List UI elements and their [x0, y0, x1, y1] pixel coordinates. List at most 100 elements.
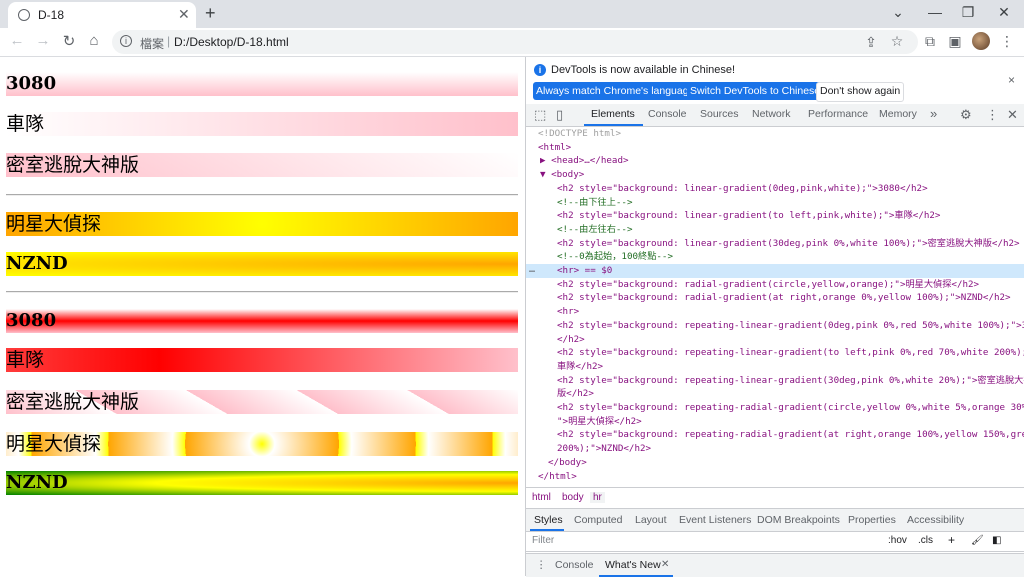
heading-3080-linear: 3080 — [6, 72, 518, 96]
hover-state-toggle[interactable]: :hov — [888, 535, 907, 546]
minimize-button[interactable]: — — [925, 4, 945, 20]
bookmark-star-icon[interactable]: ☆ — [888, 33, 906, 50]
dom-node-line[interactable]: 版</h2> — [526, 387, 1024, 401]
toggle-sidebar-icon[interactable]: ◧ — [992, 535, 1001, 546]
dom-node-line[interactable]: <hr> — [526, 305, 1024, 319]
active-tab-indicator — [584, 124, 643, 126]
new-rule-plus-icon[interactable]: + — [948, 533, 955, 547]
new-tab-button[interactable]: + — [205, 3, 216, 24]
dom-node-line[interactable]: <h2 style="background: linear-gradient(0… — [526, 182, 1024, 196]
restore-button[interactable]: ❐ — [958, 4, 978, 21]
window-close-button[interactable]: ✕ — [994, 4, 1014, 21]
dom-node-line[interactable]: <h2 style="background: repeating-linear-… — [526, 319, 1024, 333]
breadcrumb-html[interactable]: html — [532, 492, 551, 503]
dom-line-text: <html> — [538, 141, 572, 153]
share-icon[interactable]: ⇪ — [862, 34, 880, 51]
extensions-icon[interactable]: ⧉ — [921, 33, 939, 50]
dom-line-text: <!DOCTYPE html> — [538, 128, 621, 139]
forward-button[interactable]: → — [33, 32, 53, 49]
dom-node-line[interactable]: ▶ <head>…</head> — [526, 154, 1024, 168]
tab-search-icon[interactable]: ⌄ — [888, 4, 908, 21]
dom-node-line[interactable]: <html> — [526, 141, 1024, 155]
subtab-styles[interactable]: Styles — [534, 514, 563, 526]
class-toggle[interactable]: .cls — [918, 535, 933, 546]
url-text[interactable]: D:/Desktop/D-18.html — [174, 35, 289, 49]
dom-node-line[interactable]: ">明星大偵探</h2> — [526, 415, 1024, 429]
side-panel-icon[interactable]: ▣ — [946, 33, 964, 50]
dom-node-line[interactable]: <h2 style="background: repeating-radial-… — [526, 428, 1024, 442]
dom-line-text: 版</h2> — [557, 388, 594, 400]
drawer-menu-icon[interactable]: ⋮ — [536, 559, 547, 571]
dom-node-line[interactable]: 200%);">NZND</h2> — [526, 442, 1024, 456]
more-tabs-icon[interactable]: » — [930, 106, 937, 121]
tab-elements[interactable]: Elements — [591, 108, 635, 120]
devtools-close-icon[interactable]: ✕ — [1007, 107, 1018, 123]
dom-node-line[interactable]: 車隊</h2> — [526, 360, 1024, 374]
dom-node-line[interactable]: <h2 style="background: linear-gradient(t… — [526, 209, 1024, 223]
subtab-dom-breakpoints[interactable]: DOM Breakpoints — [757, 514, 840, 526]
home-button[interactable]: ⌂ — [84, 32, 104, 49]
subtab-event-listeners[interactable]: Event Listeners — [679, 514, 751, 526]
dom-comment-line[interactable]: <!--由左往右--> — [526, 223, 1024, 237]
heading-nznd-repeating-radial: NZND — [6, 471, 518, 495]
tab-performance[interactable]: Performance — [808, 108, 868, 120]
dom-line-text: <h2 style="background: linear-gradient(3… — [557, 237, 1020, 249]
always-match-language-button[interactable]: Always match Chrome's language — [533, 82, 698, 100]
breadcrumb-hr[interactable]: hr — [590, 492, 605, 503]
tab-console[interactable]: Console — [648, 108, 687, 120]
dom-line-text: <h2 style="background: linear-gradient(0… — [557, 182, 928, 194]
inspect-element-icon[interactable]: ⬚ — [534, 107, 546, 123]
device-toolbar-icon[interactable]: ▯ — [556, 107, 563, 123]
dom-comment-line[interactable]: <!--0為起始，100終點--> — [526, 250, 1024, 264]
paint-bucket-icon[interactable]: 🖌 — [971, 535, 984, 546]
dom-node-line[interactable]: <h2 style="background: repeating-linear-… — [526, 374, 1024, 388]
dom-line-text: <h2 style="background: repeating-radial-… — [557, 402, 1024, 413]
profile-avatar[interactable] — [972, 32, 990, 50]
dom-node-line[interactable]: <h2 style="background: radial-gradient(a… — [526, 291, 1024, 305]
chrome-menu-icon[interactable]: ⋮ — [998, 33, 1016, 50]
drawer-tab-console[interactable]: Console — [555, 559, 594, 571]
subtab-layout[interactable]: Layout — [635, 514, 667, 526]
subtab-computed[interactable]: Computed — [574, 514, 622, 526]
devtools-menu-icon[interactable]: ⋮ — [986, 107, 999, 123]
browser-tab[interactable]: D-18 ✕ — [8, 2, 196, 28]
dom-line-text: <h2 style="background: radial-gradient(a… — [557, 292, 1011, 304]
devtools-tab-bar: ⬚ ▯ Elements Console Sources Network Per… — [526, 104, 1024, 127]
drawer-tab-whats-new[interactable]: What's New — [605, 559, 661, 571]
dom-node-line[interactable]: <h2 style="background: linear-gradient(3… — [526, 237, 1024, 251]
language-infobar: i DevTools is now available in Chinese! … — [526, 57, 1024, 105]
filter-input[interactable]: Filter — [532, 535, 554, 546]
dom-node-line[interactable]: </h2> — [526, 333, 1024, 347]
tab-network[interactable]: Network — [752, 108, 791, 120]
dom-node-line[interactable]: <h2 style="background: radial-gradient(c… — [526, 278, 1024, 292]
back-button[interactable]: ← — [7, 32, 27, 49]
dom-node-line[interactable]: </html> — [526, 470, 1024, 484]
switch-to-chinese-button[interactable]: Switch DevTools to Chinese — [687, 82, 824, 100]
dom-node-line[interactable]: </body> — [526, 456, 1024, 470]
settings-gear-icon[interactable]: ⚙ — [960, 107, 972, 123]
tab-sources[interactable]: Sources — [700, 108, 739, 120]
dom-node-line[interactable]: <h2 style="background: repeating-linear-… — [526, 346, 1024, 360]
dom-node-line[interactable]: <h2 style="background: repeating-radial-… — [526, 401, 1024, 415]
dom-node-line[interactable]: <hr> == $0 — [526, 264, 1024, 278]
dom-line-text: <h2 style="background: repeating-linear-… — [557, 347, 1024, 359]
heading-3080-repeating: 3080 — [6, 309, 518, 333]
node-actions-ellipsis[interactable]: … — [529, 264, 535, 275]
site-info-icon[interactable]: i — [120, 35, 132, 47]
dom-node-line[interactable]: <!DOCTYPE html> — [526, 127, 1024, 141]
dom-node-line[interactable]: ▼ <body> — [526, 168, 1024, 182]
address-bar[interactable]: i 檔案 | D:/Desktop/D-18.html ⇪ ☆ — [112, 30, 918, 54]
drawer-tab-close-icon[interactable]: ✕ — [661, 559, 669, 570]
dont-show-again-button[interactable]: Don't show again — [816, 82, 905, 102]
subtab-properties[interactable]: Properties — [848, 514, 896, 526]
dom-line-text: ▶ <head>…</head> — [540, 155, 629, 167]
reload-button[interactable]: ↻ — [59, 32, 79, 50]
infobar-close-icon[interactable]: × — [1008, 73, 1015, 87]
scheme-separator: | — [167, 34, 171, 48]
dom-comment-line[interactable]: <!--由下往上--> — [526, 196, 1024, 210]
tab-close-icon[interactable]: ✕ — [178, 6, 190, 23]
subtab-accessibility[interactable]: Accessibility — [907, 514, 964, 526]
heading-nznd-radial: NZND — [6, 252, 518, 276]
tab-memory[interactable]: Memory — [879, 108, 917, 120]
breadcrumb-body[interactable]: body — [562, 492, 584, 503]
